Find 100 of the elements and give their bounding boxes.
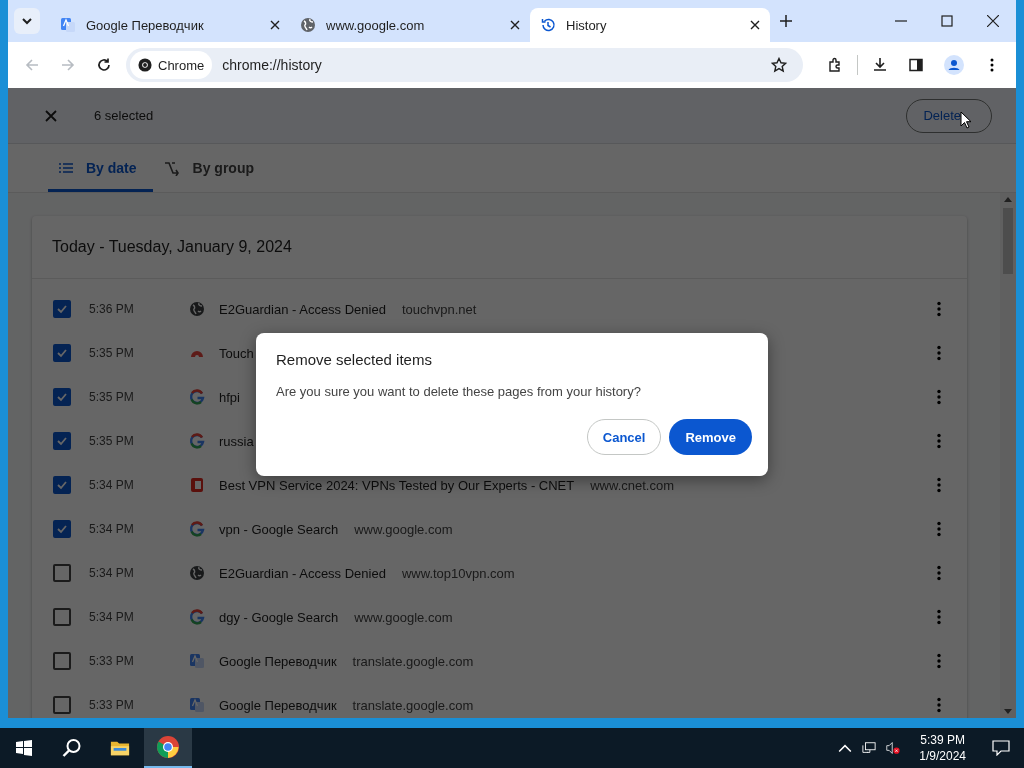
scroll-down-arrow-icon[interactable]: [1004, 709, 1012, 714]
cancel-button[interactable]: Cancel: [586, 419, 662, 455]
browser-tab[interactable]: History: [530, 8, 770, 42]
page-title-link[interactable]: dgy - Google Search: [219, 609, 339, 625]
more-options-icon[interactable]: [937, 433, 941, 449]
view-tab[interactable]: By date: [48, 146, 153, 192]
more-options-icon[interactable]: [937, 345, 941, 361]
profile-avatar-icon[interactable]: [944, 55, 964, 75]
checkbox[interactable]: [53, 344, 71, 362]
globe-icon: [300, 17, 316, 33]
scroll-up-arrow-icon[interactable]: [1004, 197, 1012, 202]
square-logo-icon: [189, 477, 205, 493]
checkbox[interactable]: [53, 388, 71, 406]
checkbox[interactable]: [53, 520, 71, 538]
search-icon[interactable]: [62, 738, 82, 758]
tab-search-button[interactable]: [14, 8, 40, 34]
windows-start-icon[interactable]: [14, 738, 34, 758]
page-title-link[interactable]: hfpi: [219, 389, 240, 405]
checkmark-icon: [56, 479, 68, 491]
visit-time: 5:34 PM: [89, 610, 135, 624]
address-bar[interactable]: Chrome chrome://history: [126, 48, 803, 82]
close-icon[interactable]: [750, 20, 760, 30]
chrome-taskbar-button[interactable]: [144, 728, 192, 768]
checkbox[interactable]: [53, 564, 71, 582]
chevron-down-icon: [21, 15, 33, 27]
domain-text: www.top10vpn.com: [401, 565, 515, 581]
page-title-link[interactable]: russia: [219, 433, 254, 449]
volume-muted-icon[interactable]: [886, 741, 901, 755]
network-icon[interactable]: [862, 741, 877, 755]
translate-icon: [60, 17, 76, 33]
tab-title: www.google.com: [326, 17, 426, 33]
reload-icon[interactable]: [96, 57, 112, 73]
page-title-link[interactable]: E2Guardian - Access Denied: [219, 565, 386, 581]
forward-icon[interactable]: [60, 57, 76, 73]
browser-tab[interactable]: Google Переводчик: [50, 8, 290, 42]
clock-time[interactable]: 5:39 PM: [920, 733, 965, 747]
checkbox[interactable]: [53, 300, 71, 318]
more-options-icon[interactable]: [937, 697, 941, 713]
more-options-icon[interactable]: [937, 301, 941, 317]
google-g-icon: [189, 433, 205, 449]
selected-count: 6 selected: [94, 108, 154, 123]
star-icon[interactable]: [771, 57, 787, 73]
page-title-link[interactable]: Touch: [219, 345, 254, 361]
more-options-icon[interactable]: [937, 565, 941, 581]
maximize-icon[interactable]: [941, 15, 953, 27]
view-tab[interactable]: By group: [152, 146, 271, 192]
more-options-icon[interactable]: [937, 521, 941, 537]
extensions-icon[interactable]: [827, 57, 843, 73]
side-panel-icon[interactable]: [908, 57, 924, 73]
checkbox[interactable]: [53, 476, 71, 494]
visit-time: 5:34 PM: [89, 566, 135, 580]
more-options-icon[interactable]: [937, 477, 941, 493]
translate-icon: [189, 653, 205, 669]
checkbox[interactable]: [53, 696, 71, 714]
more-options-icon[interactable]: [937, 653, 941, 669]
close-icon[interactable]: [510, 20, 520, 30]
visit-time: 5:34 PM: [89, 478, 135, 492]
dialog-message: Are you sure you want to delete these pages from your history?: [276, 384, 642, 399]
scrollbar[interactable]: [1000, 193, 1016, 718]
visit-time: 5:34 PM: [89, 522, 135, 536]
day-heading: Today - Tuesday, January 9, 2024: [32, 216, 967, 279]
new-tab-icon[interactable]: [780, 15, 792, 27]
clock-date[interactable]: 1/9/2024: [919, 749, 966, 763]
domain-text: www.google.com: [354, 521, 453, 537]
checkbox[interactable]: [53, 652, 71, 670]
chrome-icon: [138, 58, 152, 72]
remove-button[interactable]: Remove: [669, 419, 752, 455]
domain-text: translate.google.com: [352, 653, 474, 669]
back-icon[interactable]: [24, 57, 40, 73]
page-title-link[interactable]: Google Переводчик: [219, 697, 337, 713]
notification-icon[interactable]: [992, 740, 1010, 756]
checkmark-icon: [56, 347, 68, 359]
page-title-link[interactable]: Google Переводчик: [219, 653, 337, 669]
more-options-icon[interactable]: [937, 389, 941, 405]
page-title-link[interactable]: Best VPN Service 2024: VPNs Tested by Our Experts - CNET: [219, 477, 575, 493]
chip-label: Chrome: [158, 57, 205, 73]
download-icon[interactable]: [872, 57, 888, 73]
checkmark-icon: [56, 435, 68, 447]
domain-text: translate.google.com: [352, 697, 474, 713]
visit-time: 5:35 PM: [89, 346, 135, 360]
domain-text: www.cnet.com: [590, 477, 675, 493]
branch-icon: [162, 159, 181, 176]
close-icon[interactable]: [270, 20, 280, 30]
close-icon[interactable]: [987, 15, 999, 27]
globe-icon: [189, 565, 205, 581]
globe-icon: [189, 301, 205, 317]
checkmark-icon: [56, 303, 68, 315]
translate-icon: [189, 697, 205, 713]
more-options-icon[interactable]: [937, 609, 941, 625]
visit-time: 5:36 PM: [89, 302, 135, 316]
page-title-link[interactable]: E2Guardian - Access Denied: [219, 301, 386, 317]
checkbox[interactable]: [53, 432, 71, 450]
mouse-pointer-icon: [960, 111, 972, 129]
url-text: chrome://history: [222, 57, 322, 73]
browser-tab[interactable]: www.google.com: [290, 8, 530, 42]
site-info-chip[interactable]: Chrome: [130, 51, 213, 79]
visit-time: 5:33 PM: [89, 698, 135, 712]
checkbox[interactable]: [53, 608, 71, 626]
tab-title: Google Переводчик: [86, 17, 205, 33]
page-title-link[interactable]: vpn - Google Search: [219, 521, 339, 537]
